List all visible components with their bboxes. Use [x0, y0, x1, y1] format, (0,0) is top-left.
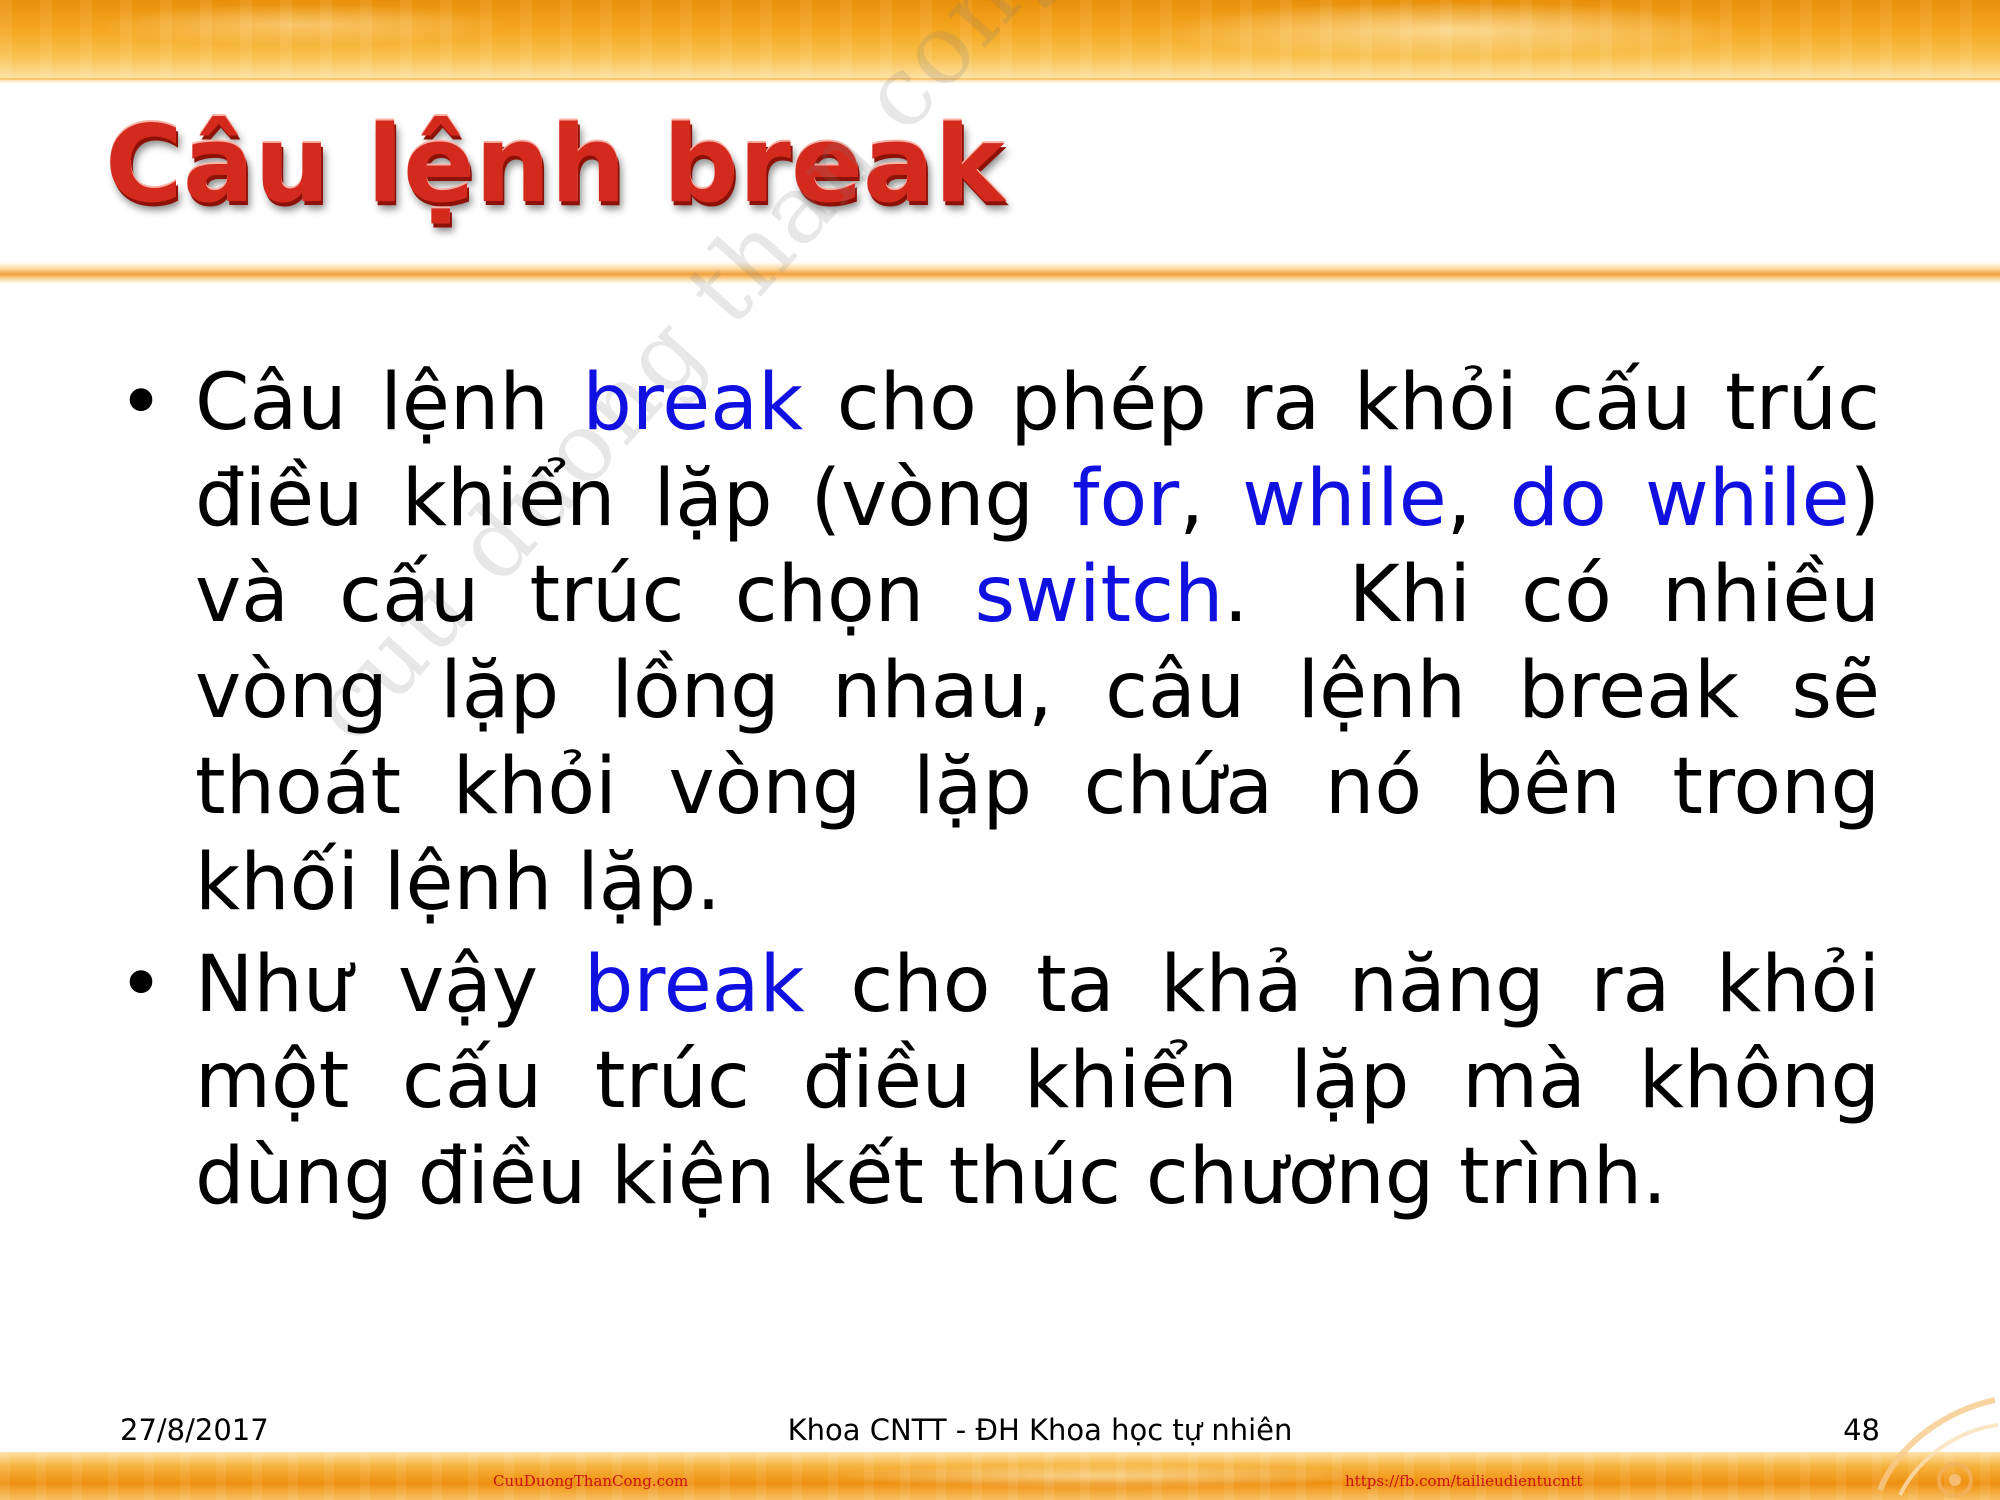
bullet-item-1: • Câu lệnh break cho phép ra khỏi cấu tr… [110, 355, 1880, 931]
bullet-text: Như vậy break cho ta khả năng ra khỏi mộ… [195, 937, 1880, 1225]
bullet-item-2: • Như vậy break cho ta khả năng ra khỏi … [110, 937, 1880, 1225]
keyword-do-while: do while [1509, 454, 1850, 544]
footer-organization: Khoa CNTT - ĐH Khoa học tự nhiên [787, 1413, 1293, 1447]
bullet-marker: • [118, 940, 165, 1030]
source-link-right[interactable]: https://fb.com/tailieudientucntt [1345, 1472, 1582, 1490]
text-run: , [1446, 454, 1510, 544]
bullet-text: Câu lệnh break cho phép ra khỏi cấu trúc… [195, 355, 1880, 931]
slide-content: • Câu lệnh break cho phép ra khỏi cấu tr… [110, 355, 1880, 1231]
keyword-while: while [1242, 454, 1447, 544]
text-run: , [1179, 454, 1243, 544]
keyword-break: break [583, 940, 805, 1030]
footer-date: 27/8/2017 [120, 1413, 269, 1447]
bottom-band-highlight [0, 1452, 2000, 1500]
keyword-switch: switch [974, 550, 1224, 640]
corner-swirl-icon [1877, 1397, 1999, 1498]
title-divider [0, 262, 2000, 284]
top-band-edge [0, 78, 2000, 84]
keyword-for: for [1072, 454, 1180, 544]
keyword-break: break [582, 358, 804, 448]
source-link-left[interactable]: CuuDuongThanCong.com [493, 1472, 688, 1490]
text-run: Câu lệnh [195, 358, 583, 448]
text-run: Như vậy [195, 940, 584, 1030]
bullet-marker: • [118, 358, 165, 448]
